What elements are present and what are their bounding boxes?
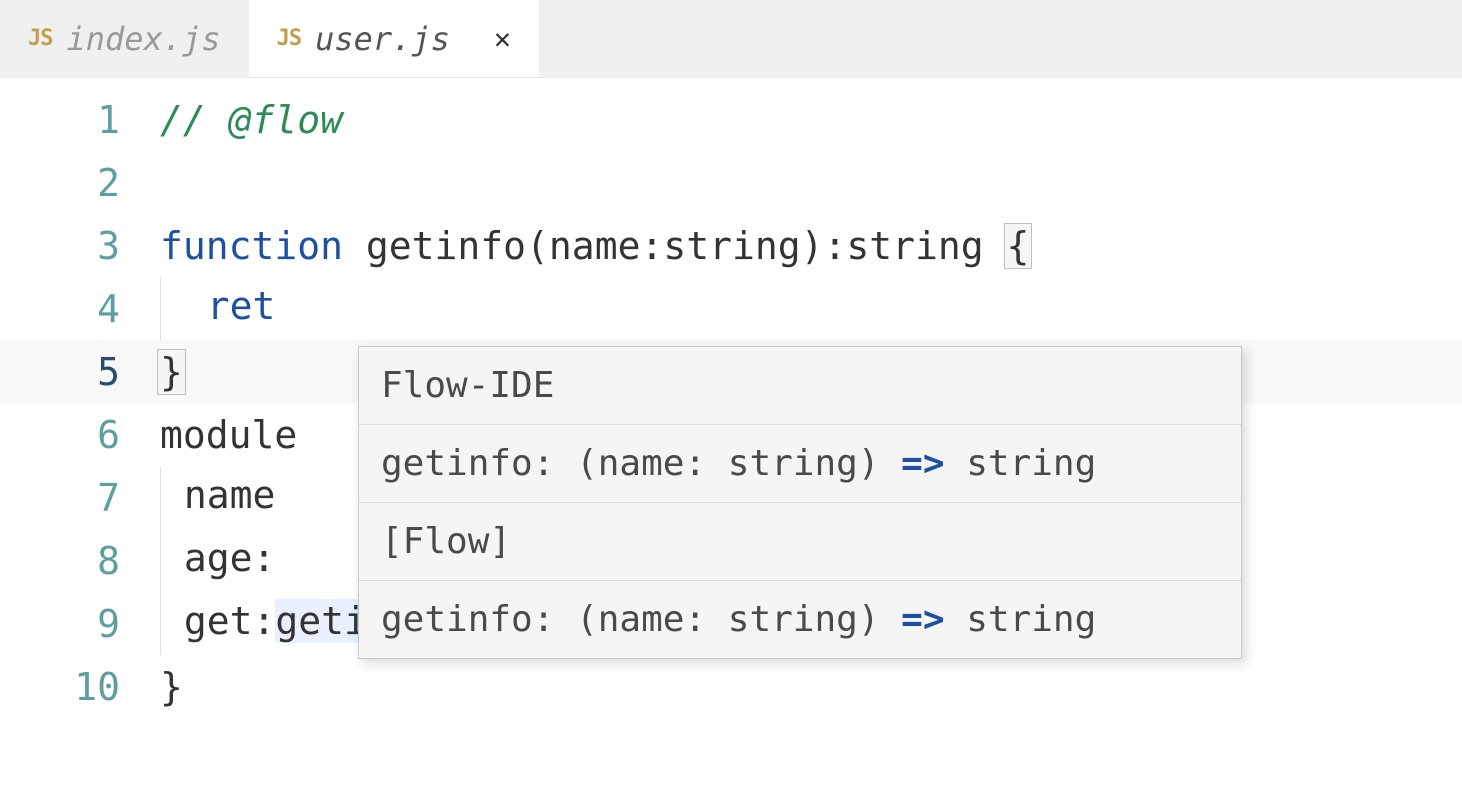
type-hint-tooltip: Flow-IDE getinfo: (name: string) => stri… — [358, 346, 1242, 659]
sig-text: string — [945, 443, 1097, 484]
tab-label: user.js — [315, 20, 450, 58]
sig-text: string — [945, 599, 1097, 640]
brace-match-highlight: { — [1004, 223, 1033, 269]
sig-text: getinfo: (name: string) — [381, 443, 901, 484]
line-number: 5 — [0, 350, 160, 394]
arrow-token: => — [901, 599, 944, 640]
sig-text: getinfo: (name: string) — [381, 599, 901, 640]
text-token: name — [184, 473, 276, 517]
tooltip-provider-header: Flow-IDE — [359, 347, 1241, 425]
tab-label: index.js — [67, 20, 221, 58]
keyword-token: function — [160, 224, 343, 268]
js-file-icon: JS — [277, 26, 302, 51]
tab-user-js[interactable]: JS user.js ✕ — [249, 0, 539, 77]
keyword-token: ret — [207, 284, 276, 328]
line-number: 7 — [0, 476, 160, 520]
code-line[interactable]: 4 ret — [0, 277, 1462, 340]
code-editor[interactable]: 1 // @flow 2 3 function getinfo(name:str… — [0, 78, 1462, 718]
tooltip-signature: getinfo: (name: string) => string — [359, 425, 1241, 503]
text-token: getinfo(name:string):string — [343, 224, 1006, 268]
line-number: 8 — [0, 539, 160, 583]
indent-guide — [160, 529, 161, 592]
text-token: get: — [184, 599, 276, 643]
line-number: 9 — [0, 602, 160, 646]
comment-token: // @flow — [160, 98, 343, 142]
line-content[interactable]: function getinfo(name:string):string { — [160, 223, 1029, 269]
indent-guide — [160, 592, 161, 655]
arrow-token: => — [901, 443, 944, 484]
line-content[interactable]: ret — [160, 277, 275, 340]
text-token: } — [160, 665, 183, 709]
line-content[interactable]: name — [160, 466, 275, 529]
line-number: 2 — [0, 161, 160, 205]
line-content[interactable]: } — [160, 349, 183, 395]
brace-match-highlight: } — [157, 349, 186, 395]
line-number: 1 — [0, 98, 160, 142]
close-icon[interactable]: ✕ — [494, 22, 511, 55]
line-content[interactable]: // @flow — [160, 98, 343, 142]
tab-bar: JS index.js JS user.js ✕ — [0, 0, 1462, 78]
text-token: module — [160, 413, 297, 457]
text-token: age: — [184, 536, 276, 580]
line-number: 10 — [0, 665, 160, 709]
indent-guide — [160, 466, 161, 529]
line-content[interactable]: module — [160, 413, 297, 457]
code-line[interactable]: 1 // @flow — [0, 88, 1462, 151]
line-content[interactable]: } — [160, 665, 183, 709]
tab-index-js[interactable]: JS index.js — [0, 0, 249, 77]
line-content[interactable]: age: — [160, 529, 275, 592]
line-number: 6 — [0, 413, 160, 457]
tooltip-signature: getinfo: (name: string) => string — [359, 581, 1241, 658]
line-number: 3 — [0, 224, 160, 268]
js-file-icon: JS — [28, 26, 53, 51]
code-line[interactable]: 2 — [0, 151, 1462, 214]
code-line[interactable]: 3 function getinfo(name:string):string { — [0, 214, 1462, 277]
line-number: 4 — [0, 287, 160, 331]
indent-guide — [160, 277, 161, 340]
code-line[interactable]: 10 } — [0, 655, 1462, 718]
tooltip-provider-header: [Flow] — [359, 503, 1241, 581]
